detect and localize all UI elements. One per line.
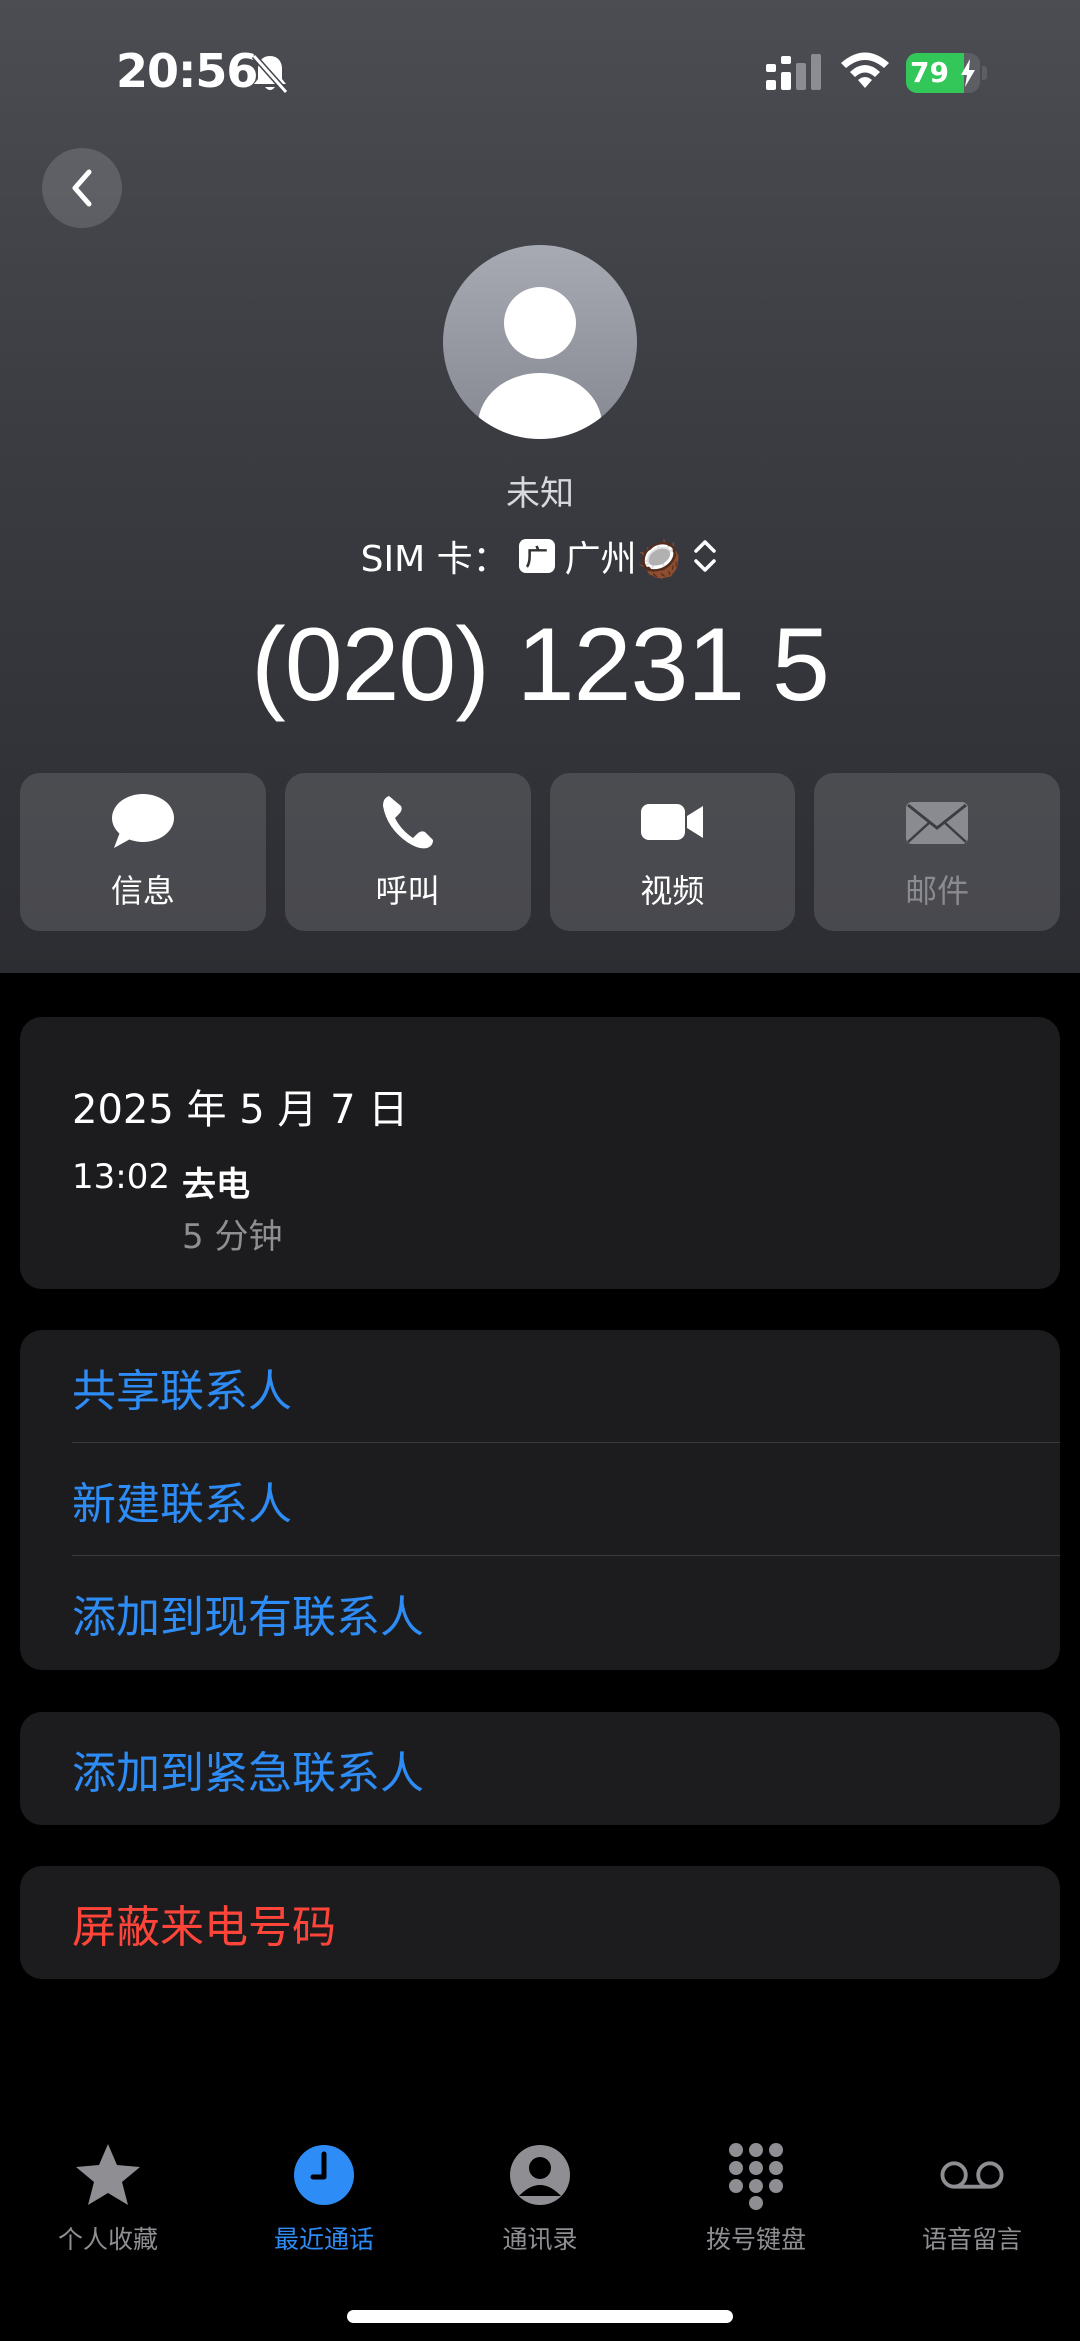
message-label: 信息 [110, 872, 175, 910]
mail-label: 邮件 [905, 872, 970, 910]
block-caller-card: 屏蔽来电号码 [20, 1866, 1060, 1979]
message-button[interactable]: 信息 [20, 773, 266, 931]
new-contact-button[interactable]: 新建联系人 [20, 1443, 1060, 1556]
block-caller-button[interactable]: 屏蔽来电号码 [20, 1866, 1060, 1979]
sim-name: 广州🥥 [564, 539, 682, 580]
call-label: 呼叫 [375, 872, 440, 910]
charging-bolt-icon [961, 59, 975, 87]
call-button[interactable]: 呼叫 [284, 773, 531, 931]
tab-voicemail[interactable]: 语音留言 [864, 2140, 1080, 2256]
signal-icon [766, 54, 821, 90]
sim-prefix: SIM 卡： [360, 539, 509, 580]
clock-icon [294, 2145, 354, 2205]
voicemail-icon [940, 2161, 1004, 2189]
tab-favorites[interactable]: 个人收藏 [0, 2140, 216, 2256]
envelope-icon [906, 802, 969, 844]
tab-bar: 个人收藏 最近通话 通讯录 拨号键盘 语音留言 [0, 2140, 1080, 2280]
sim-badge: 广 [518, 539, 555, 573]
contact-options-card: 共享联系人 新建联系人 添加到现有联系人 [20, 1330, 1060, 1670]
contact-name: 未知 [506, 474, 574, 514]
phone-icon [382, 796, 433, 849]
call-history-card: 2025 年 5 月 7 日 13:02 去电 5 分钟 [20, 1017, 1060, 1289]
keypad-icon [729, 2143, 783, 2210]
star-icon [76, 2144, 140, 2205]
tab-keypad[interactable]: 拨号键盘 [648, 2140, 864, 2256]
chevron-left-icon [72, 169, 92, 207]
sim-selector[interactable]: SIM 卡： 广 广州🥥 [0, 530, 1080, 582]
call-date: 2025 年 5 月 7 日 [72, 1087, 409, 1133]
add-to-existing-contact-button[interactable]: 添加到现有联系人 [20, 1556, 1060, 1669]
battery-percent: 79 [910, 56, 949, 89]
person-circle-icon [510, 2145, 570, 2205]
chevron-up-down-icon [694, 540, 717, 572]
action-buttons: 信息 呼叫 视频 邮件 [20, 773, 1060, 931]
tab-contacts-label: 通讯录 [502, 2225, 578, 2254]
video-camera-icon [641, 804, 704, 840]
contact-header: 20:56 79 未知 SIM 卡： 广 广州🥥 (020) 1231 5 信息… [0, 0, 1080, 973]
battery-indicator: 79 [906, 53, 987, 93]
tab-contacts[interactable]: 通讯录 [432, 2140, 648, 2256]
video-label: 视频 [640, 872, 705, 910]
tab-recents-label: 最近通话 [273, 2225, 374, 2254]
avatar [443, 245, 637, 439]
call-time: 13:02 [72, 1157, 170, 1197]
call-type: 去电 [182, 1165, 250, 1205]
status-time: 20:56 [116, 44, 258, 98]
tab-recents[interactable]: 最近通话 [216, 2140, 432, 2256]
mail-button[interactable]: 邮件 [814, 773, 1060, 931]
emergency-contact-card: 添加到紧急联系人 [20, 1712, 1060, 1825]
back-button[interactable] [42, 148, 122, 228]
wifi-icon [841, 52, 889, 88]
tab-favorites-label: 个人收藏 [57, 2225, 158, 2254]
share-contact-button[interactable]: 共享联系人 [20, 1330, 1060, 1443]
tab-voicemail-label: 语音留言 [921, 2225, 1022, 2254]
phone-number: (020) 1231 5 [251, 607, 830, 723]
add-emergency-contact-button[interactable]: 添加到紧急联系人 [20, 1712, 1060, 1825]
home-indicator[interactable] [347, 2310, 733, 2323]
call-duration: 5 分钟 [182, 1217, 283, 1257]
tab-keypad-label: 拨号键盘 [705, 2225, 806, 2254]
person-silhouette-icon [478, 287, 602, 439]
video-button[interactable]: 视频 [549, 773, 796, 931]
bell-slash-icon [251, 54, 289, 94]
message-bubble-icon [111, 794, 174, 848]
